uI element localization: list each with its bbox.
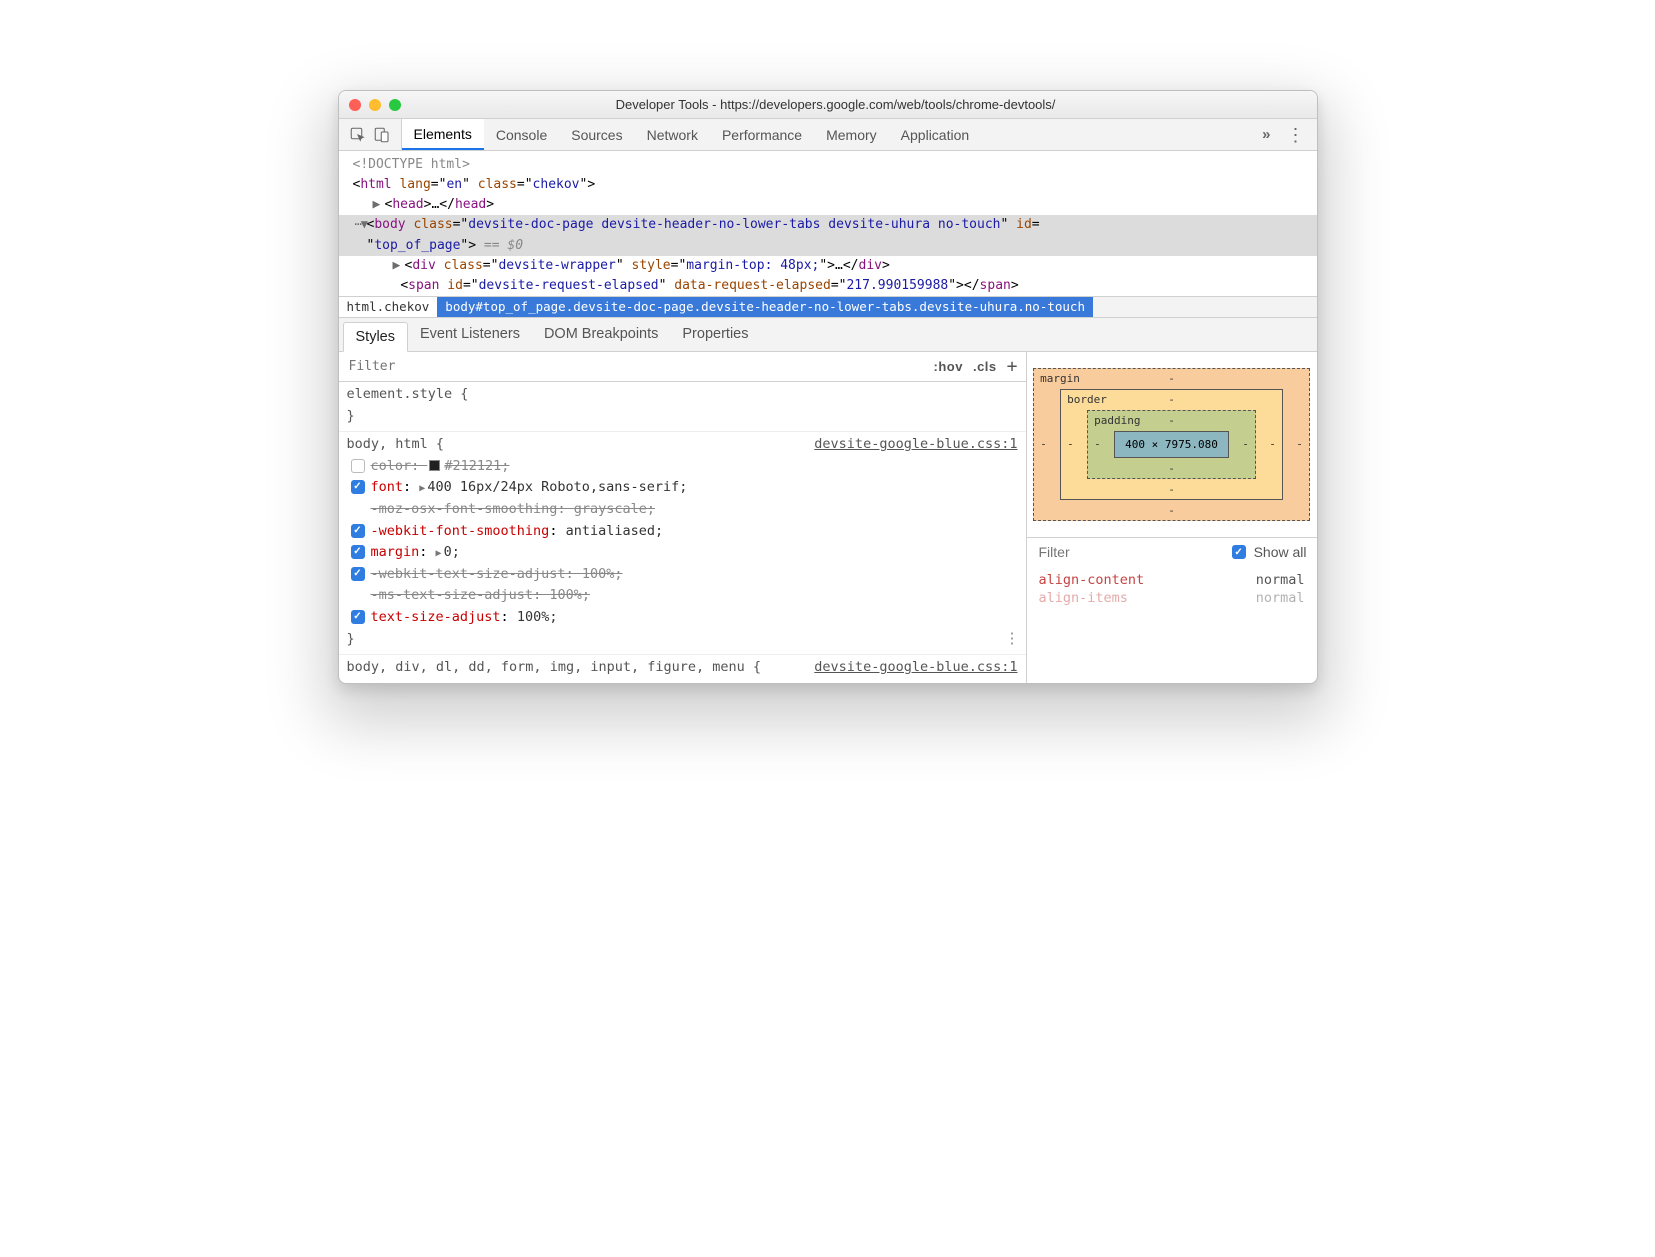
rule-body-div-etc[interactable]: devsite-google-blue.css:1 body, div, dl,… xyxy=(339,655,1026,683)
dom-head[interactable]: ▶<head>…</head> xyxy=(339,195,1317,215)
maximize-window-icon[interactable] xyxy=(389,99,401,111)
crumb-html[interactable]: html.chekov xyxy=(339,297,438,317)
computed-filter-bar: Show all xyxy=(1027,537,1317,567)
new-style-rule-icon[interactable]: + xyxy=(1007,356,1018,377)
prop-tsa[interactable]: text-size-adjust: 100%; xyxy=(347,607,1018,629)
prop-ms-tsa[interactable]: -ms-text-size-adjust: 100%; xyxy=(347,585,1018,607)
tab-console[interactable]: Console xyxy=(484,119,559,150)
box-border[interactable]: border - - - - padding - - - xyxy=(1060,389,1283,500)
prop-checkbox[interactable] xyxy=(351,459,365,473)
subtab-dom-breakpoints[interactable]: DOM Breakpoints xyxy=(532,318,670,351)
main-toolbar: Elements Console Sources Network Perform… xyxy=(339,119,1317,151)
computed-row[interactable]: align-itemsnormal xyxy=(1039,589,1305,607)
source-link[interactable]: devsite-google-blue.css:1 xyxy=(814,657,1017,679)
traffic-lights xyxy=(349,99,401,111)
crumb-body[interactable]: body#top_of_page.devsite-doc-page.devsit… xyxy=(437,297,1093,317)
tab-sources[interactable]: Sources xyxy=(559,119,634,150)
rule-menu-icon[interactable]: ⋮ xyxy=(1005,626,1020,650)
style-rules: element.style { } devsite-google-blue.cs… xyxy=(339,382,1026,683)
prop-margin[interactable]: margin: ▶0; xyxy=(347,542,1018,564)
dom-span[interactable]: <span id="devsite-request-elapsed" data-… xyxy=(339,276,1317,296)
toggle-hov-button[interactable]: :hov xyxy=(934,359,963,374)
box-margin[interactable]: margin - - - - border - - - - xyxy=(1033,368,1310,521)
dom-doctype[interactable]: <!DOCTYPE html> xyxy=(339,155,1317,175)
styles-subtabs: Styles Event Listeners DOM Breakpoints P… xyxy=(339,318,1317,352)
dom-div[interactable]: ▶<div class="devsite-wrapper" style="mar… xyxy=(339,256,1317,276)
minimize-window-icon[interactable] xyxy=(369,99,381,111)
device-toggle-icon[interactable] xyxy=(373,126,391,144)
styles-filter-input[interactable] xyxy=(347,358,924,375)
more-tabs-icon[interactable]: » xyxy=(1262,126,1270,143)
tab-application[interactable]: Application xyxy=(889,119,982,150)
window-title: Developer Tools - https://developers.goo… xyxy=(409,97,1307,112)
computed-list[interactable]: align-contentnormal align-itemsnormal xyxy=(1027,567,1317,611)
prop-moz-smoothing[interactable]: -moz-osx-font-smoothing: grayscale; xyxy=(347,499,1018,521)
show-all-label: Show all xyxy=(1254,544,1307,560)
prop-checkbox[interactable] xyxy=(351,480,365,494)
source-link[interactable]: devsite-google-blue.css:1 xyxy=(814,434,1017,456)
prop-checkbox[interactable] xyxy=(351,610,365,624)
computed-pane: margin - - - - border - - - - xyxy=(1027,352,1317,683)
lower-panel: Styles Event Listeners DOM Breakpoints P… xyxy=(339,318,1317,683)
tab-memory[interactable]: Memory xyxy=(814,119,889,150)
toolbar-left xyxy=(339,119,402,150)
prop-checkbox[interactable] xyxy=(351,524,365,538)
title-bar: Developer Tools - https://developers.goo… xyxy=(339,91,1317,119)
panel-tabs: Elements Console Sources Network Perform… xyxy=(402,119,1251,150)
computed-filter-input[interactable] xyxy=(1037,543,1224,561)
inspect-element-icon[interactable] xyxy=(349,126,367,144)
color-swatch-icon[interactable] xyxy=(429,460,440,471)
settings-menu-icon[interactable]: ⋮ xyxy=(1287,126,1305,144)
expand-shorthand-icon[interactable]: ▶ xyxy=(419,483,425,494)
prop-webkit-tsa[interactable]: -webkit-text-size-adjust: 100%; xyxy=(347,564,1018,586)
box-model[interactable]: margin - - - - border - - - - xyxy=(1027,352,1317,537)
tab-elements[interactable]: Elements xyxy=(402,119,484,150)
tab-performance[interactable]: Performance xyxy=(710,119,814,150)
expand-shorthand-icon[interactable]: ▶ xyxy=(436,548,442,559)
close-window-icon[interactable] xyxy=(349,99,361,111)
box-content[interactable]: 400 × 7975.080 xyxy=(1114,431,1229,458)
breadcrumb: html.chekov body#top_of_page.devsite-doc… xyxy=(339,296,1317,318)
rule-element-style[interactable]: element.style { } xyxy=(339,382,1026,432)
toggle-cls-button[interactable]: .cls xyxy=(973,359,997,374)
dom-tree[interactable]: <!DOCTYPE html> <html lang="en" class="c… xyxy=(339,151,1317,296)
subtab-properties[interactable]: Properties xyxy=(670,318,760,351)
dom-html-open[interactable]: <html lang="en" class="chekov"> xyxy=(339,175,1317,195)
prop-font[interactable]: font: ▶400 16px/24px Roboto,sans-serif; xyxy=(347,477,1018,499)
computed-row[interactable]: align-contentnormal xyxy=(1039,571,1305,589)
prop-checkbox[interactable] xyxy=(351,545,365,559)
prop-webkit-smoothing[interactable]: -webkit-font-smoothing: antialiased; xyxy=(347,521,1018,543)
tab-network[interactable]: Network xyxy=(635,119,710,150)
panes: :hov .cls + element.style { } devsite-go… xyxy=(339,352,1317,683)
styles-pane: :hov .cls + element.style { } devsite-go… xyxy=(339,352,1027,683)
subtab-event-listeners[interactable]: Event Listeners xyxy=(408,318,532,351)
rule-body-html[interactable]: devsite-google-blue.css:1 body, html { c… xyxy=(339,432,1026,655)
box-padding[interactable]: padding - - - - 400 × 7975.080 xyxy=(1087,410,1256,479)
subtab-styles[interactable]: Styles xyxy=(343,322,409,352)
prop-color[interactable]: color: #212121; xyxy=(347,456,1018,478)
prop-checkbox[interactable] xyxy=(351,567,365,581)
show-all-checkbox[interactable] xyxy=(1232,545,1246,559)
styles-filter-bar: :hov .cls + xyxy=(339,352,1026,382)
toolbar-right: » ⋮ xyxy=(1250,119,1316,150)
devtools-window: Developer Tools - https://developers.goo… xyxy=(338,90,1318,684)
dom-body-selected[interactable]: ⋯▼<body class="devsite-doc-page devsite-… xyxy=(339,215,1317,255)
